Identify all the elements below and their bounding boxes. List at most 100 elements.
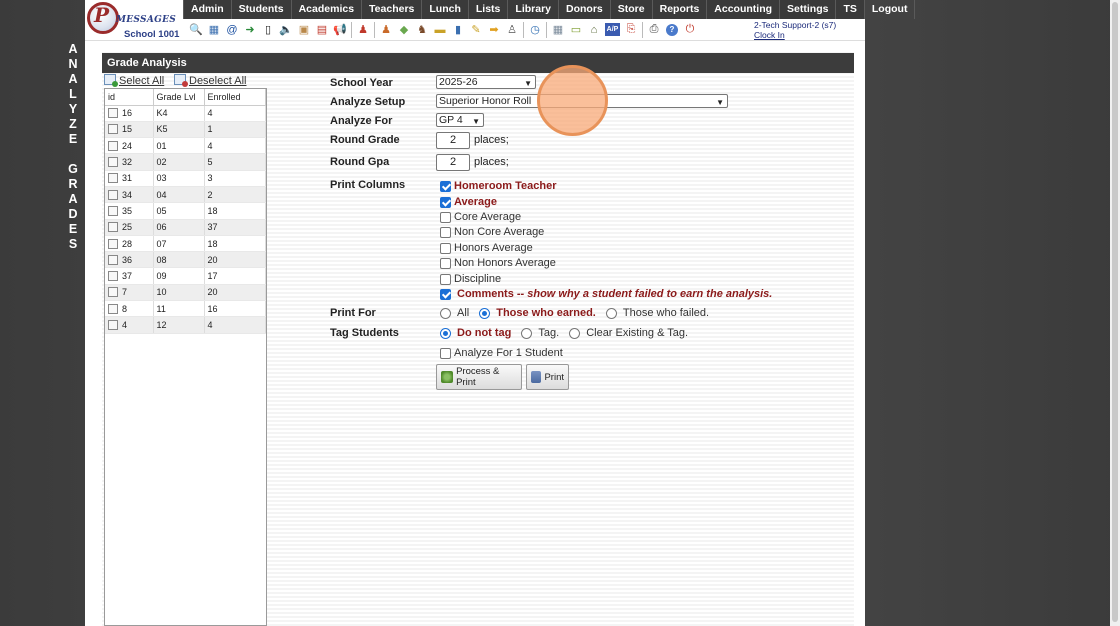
calendar-icon[interactable]: ▤ [313, 22, 331, 38]
column-header[interactable]: id [105, 89, 154, 106]
menu-item-donors[interactable]: Donors [559, 0, 611, 19]
row-checkbox[interactable] [108, 287, 118, 298]
table-row[interactable]: 25 06 37 [105, 219, 266, 236]
search-icon[interactable]: 🔍 [187, 22, 205, 38]
row-checkbox[interactable] [108, 303, 118, 314]
phone-icon[interactable]: ▯ [259, 22, 277, 38]
print-column-checkbox[interactable] [440, 257, 451, 269]
row-checkbox[interactable] [108, 320, 118, 330]
table-row[interactable]: 31 03 3 [105, 170, 266, 187]
power-icon[interactable]: ⏻ [681, 22, 699, 38]
analyze-one-student-row[interactable]: Analyze For 1 Student [440, 347, 563, 359]
book-icon[interactable]: ▮ [449, 22, 467, 38]
row-checkbox[interactable] [108, 140, 118, 151]
ruler-icon[interactable]: ▭ [567, 22, 585, 38]
process-print-button[interactable]: Process & Print [436, 364, 522, 390]
megaphone-icon[interactable]: 📢 [331, 22, 349, 38]
scrollbar[interactable] [1110, 0, 1120, 626]
print-column-option[interactable]: Average [440, 196, 497, 208]
menu-item-library[interactable]: Library [508, 0, 560, 19]
tag-students-radio[interactable] [569, 327, 581, 339]
table-row[interactable]: 32 02 5 [105, 153, 266, 171]
column-header[interactable]: Grade Lvl [153, 89, 205, 106]
student-icon[interactable]: ♟ [377, 22, 395, 38]
row-checkbox[interactable] [108, 238, 118, 249]
help-icon[interactable]: ? [666, 23, 678, 36]
menu-item-ts[interactable]: TS [836, 0, 865, 19]
clock-in-link[interactable]: Clock In [754, 30, 836, 40]
tag-students-radio[interactable] [440, 327, 451, 339]
arrow-icon[interactable]: ➜ [241, 22, 259, 38]
table-row[interactable]: 34 04 2 [105, 186, 266, 204]
print-column-checkbox[interactable] [440, 288, 451, 300]
speaker-icon[interactable]: 🔈 [277, 22, 295, 38]
menu-item-academics[interactable]: Academics [292, 0, 363, 19]
print-column-option[interactable]: Honors Average [440, 242, 533, 254]
table-row[interactable]: 36 08 20 [105, 251, 266, 269]
menu-item-reports[interactable]: Reports [653, 0, 708, 19]
table-row[interactable]: 28 07 18 [105, 235, 266, 253]
print-column-option[interactable]: Homeroom Teacher [440, 180, 557, 192]
menu-item-logout[interactable]: Logout [865, 0, 916, 19]
menu-item-store[interactable]: Store [611, 0, 653, 19]
print-column-checkbox[interactable] [440, 196, 451, 208]
print-column-option[interactable]: Non Core Average [440, 226, 544, 238]
print-column-checkbox[interactable] [440, 226, 451, 238]
table-row[interactable]: 35 05 18 [105, 202, 266, 220]
print-column-option[interactable]: Comments -- show why a student failed to … [440, 288, 772, 300]
group-icon[interactable]: ♞ [413, 22, 431, 38]
pdf-icon[interactable]: ⎘ [622, 22, 640, 38]
scrollbar-thumb[interactable] [1112, 2, 1118, 622]
row-checkbox[interactable] [108, 173, 118, 184]
row-checkbox[interactable] [108, 205, 118, 216]
tag-students-radio[interactable] [521, 327, 533, 339]
print-column-checkbox[interactable] [440, 211, 451, 223]
print-column-option[interactable]: Discipline [440, 273, 501, 285]
menu-item-students[interactable]: Students [232, 0, 292, 19]
school-year-select[interactable]: 2025-26 ▼ [436, 75, 536, 89]
analyze-for-select[interactable]: GP 4 ▼ [436, 113, 484, 127]
column-header[interactable]: Enrolled [204, 89, 266, 106]
calendar-grid-icon[interactable]: ▦ [205, 22, 223, 38]
menu-item-lunch[interactable]: Lunch [422, 0, 469, 19]
table-row[interactable]: 16 K4 4 [105, 105, 266, 122]
email-icon[interactable]: @ [223, 22, 241, 38]
printer-icon[interactable]: ⎙ [645, 22, 663, 38]
row-checkbox[interactable] [108, 271, 118, 282]
menu-item-admin[interactable]: Admin [183, 0, 232, 19]
row-checkbox[interactable] [108, 124, 118, 135]
ap-icon[interactable]: A/P [605, 23, 620, 36]
round-gpa-input[interactable]: 2 [436, 154, 470, 171]
print-column-option[interactable]: Non Honors Average [440, 257, 556, 269]
table-row[interactable]: 4 12 4 [105, 316, 266, 334]
row-checkbox[interactable] [108, 189, 118, 200]
menu-item-lists[interactable]: Lists [469, 0, 509, 19]
table-row[interactable]: 8 11 16 [105, 300, 266, 318]
people-icon[interactable]: ♙ [503, 22, 521, 38]
row-checkbox[interactable] [108, 254, 118, 265]
table-icon[interactable]: ▦ [549, 22, 567, 38]
print-column-checkbox[interactable] [440, 180, 451, 192]
forward-icon[interactable]: ➡ [485, 22, 503, 38]
round-grade-input[interactable]: 2 [436, 132, 470, 149]
analyze-one-student-checkbox[interactable] [440, 347, 451, 359]
table-row[interactable]: 37 09 17 [105, 267, 266, 285]
bank-icon[interactable]: ⌂ [585, 22, 603, 38]
pencil-icon[interactable]: ✎ [467, 22, 485, 38]
row-checkbox[interactable] [108, 222, 118, 233]
print-button[interactable]: Print [526, 364, 569, 390]
row-checkbox[interactable] [108, 108, 118, 119]
print-column-option[interactable]: Core Average [440, 211, 521, 223]
deselect-all-link[interactable]: Deselect All [174, 74, 246, 87]
print-for-radio[interactable] [605, 307, 617, 319]
image-icon[interactable]: ▣ [295, 22, 313, 38]
table-row[interactable]: 15 K5 1 [105, 121, 266, 139]
table-row[interactable]: 7 10 20 [105, 284, 266, 302]
print-column-checkbox[interactable] [440, 273, 451, 285]
logo[interactable]: P MESSAGES School 1001 [85, 0, 183, 40]
select-all-link[interactable]: Select All [104, 74, 164, 87]
print-for-radio[interactable] [440, 307, 451, 319]
row-checkbox[interactable] [108, 157, 118, 168]
card-icon[interactable]: ▬ [431, 22, 449, 38]
print-column-checkbox[interactable] [440, 242, 451, 254]
